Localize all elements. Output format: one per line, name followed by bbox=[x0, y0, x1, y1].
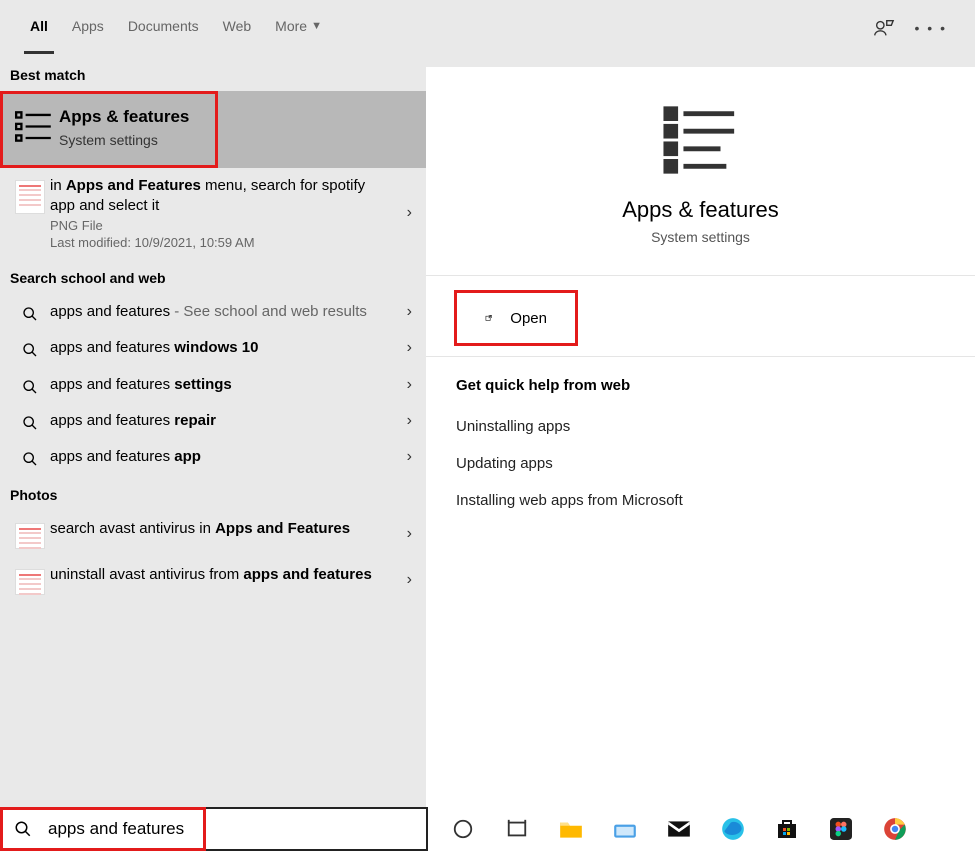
tab-web[interactable]: Web bbox=[211, 10, 264, 46]
photo-result-1[interactable]: uninstall avast antivirus from apps and … bbox=[0, 557, 426, 603]
best-match-result[interactable]: Apps & features System settings bbox=[0, 91, 218, 168]
search-icon bbox=[2, 820, 42, 838]
photo-result-0[interactable]: search avast antivirus in Apps and Featu… bbox=[0, 511, 426, 557]
best-match-subtitle: System settings bbox=[59, 129, 189, 151]
chrome-icon[interactable] bbox=[880, 814, 910, 844]
open-label: Open bbox=[510, 310, 547, 327]
help-link-uninstalling[interactable]: Uninstalling apps bbox=[456, 408, 945, 445]
file-result-type: PNG File bbox=[50, 216, 388, 233]
chevron-right-icon: › bbox=[407, 525, 412, 543]
web-result-text: apps and features app bbox=[50, 447, 388, 467]
photo-thumbnail-icon bbox=[15, 523, 45, 549]
help-header: Get quick help from web bbox=[456, 377, 945, 408]
chevron-right-icon: › bbox=[407, 204, 412, 222]
tab-documents[interactable]: Documents bbox=[116, 10, 211, 46]
photo-thumbnail-icon bbox=[15, 569, 45, 595]
file-thumbnail-icon bbox=[15, 180, 45, 214]
file-result[interactable]: in Apps and Features menu, search for sp… bbox=[0, 168, 426, 259]
help-link-updating[interactable]: Updating apps bbox=[456, 445, 945, 482]
apps-features-large-icon bbox=[662, 101, 740, 179]
web-result-2[interactable]: apps and features settings › bbox=[0, 367, 426, 403]
cortana-icon[interactable] bbox=[448, 814, 478, 844]
open-button[interactable]: Open bbox=[454, 290, 578, 346]
web-result-1[interactable]: apps and features windows 10 › bbox=[0, 330, 426, 366]
store-icon[interactable] bbox=[772, 814, 802, 844]
file-explorer-icon[interactable] bbox=[556, 814, 586, 844]
best-match-title: Apps & features bbox=[59, 106, 189, 129]
preview-title: Apps & features bbox=[446, 179, 955, 223]
tab-more[interactable]: More ▼ bbox=[263, 10, 334, 46]
tab-apps[interactable]: Apps bbox=[60, 10, 116, 46]
tab-all[interactable]: All bbox=[18, 10, 60, 46]
feedback-icon[interactable] bbox=[873, 17, 895, 39]
taskbar-search[interactable] bbox=[0, 807, 428, 851]
taskbar-app-icons bbox=[428, 807, 910, 851]
search-icon bbox=[22, 415, 38, 431]
search-icon bbox=[22, 379, 38, 395]
section-photos: Photos bbox=[0, 475, 426, 511]
web-result-text: apps and features settings bbox=[50, 375, 388, 395]
search-icon bbox=[22, 306, 38, 322]
help-link-installing[interactable]: Installing web apps from Microsoft bbox=[456, 482, 945, 519]
preview-header: Apps & features System settings bbox=[426, 67, 975, 276]
chevron-right-icon: › bbox=[407, 339, 412, 357]
photo-result-text: search avast antivirus in Apps and Featu… bbox=[50, 519, 388, 539]
chevron-right-icon: › bbox=[407, 412, 412, 430]
section-best-match: Best match bbox=[0, 55, 426, 91]
web-result-text: apps and features repair bbox=[50, 411, 388, 431]
file-result-modified: Last modified: 10/9/2021, 10:59 AM bbox=[50, 233, 388, 250]
edge-icon[interactable] bbox=[718, 814, 748, 844]
open-icon bbox=[485, 309, 492, 327]
section-school-web: Search school and web bbox=[0, 258, 426, 294]
photo-result-text: uninstall avast antivirus from apps and … bbox=[50, 565, 388, 585]
tab-more-label: More bbox=[275, 18, 307, 34]
mail-icon[interactable] bbox=[664, 814, 694, 844]
chevron-right-icon: › bbox=[407, 303, 412, 321]
search-icon bbox=[22, 451, 38, 467]
preview-subtitle: System settings bbox=[446, 223, 955, 255]
web-result-0[interactable]: apps and features - See school and web r… bbox=[0, 294, 426, 330]
web-result-4[interactable]: apps and features app › bbox=[0, 439, 426, 475]
web-result-text: apps and features - See school and web r… bbox=[50, 302, 388, 322]
search-icon bbox=[22, 342, 38, 358]
task-view-icon[interactable] bbox=[502, 814, 532, 844]
chevron-down-icon: ▼ bbox=[311, 20, 322, 32]
chevron-right-icon: › bbox=[407, 571, 412, 589]
more-options-icon[interactable]: • • • bbox=[915, 20, 947, 36]
chevron-right-icon: › bbox=[407, 448, 412, 466]
chevron-right-icon: › bbox=[407, 376, 412, 394]
keyboard-icon[interactable] bbox=[610, 814, 640, 844]
search-input[interactable] bbox=[42, 811, 426, 847]
apps-features-icon bbox=[13, 106, 55, 148]
file-result-title: in Apps and Features menu, search for sp… bbox=[50, 176, 388, 217]
search-scope-tabs: All Apps Documents Web More ▼ • • • bbox=[0, 0, 975, 55]
web-result-3[interactable]: apps and features repair › bbox=[0, 403, 426, 439]
web-result-text: apps and features windows 10 bbox=[50, 338, 388, 358]
figma-icon[interactable] bbox=[826, 814, 856, 844]
